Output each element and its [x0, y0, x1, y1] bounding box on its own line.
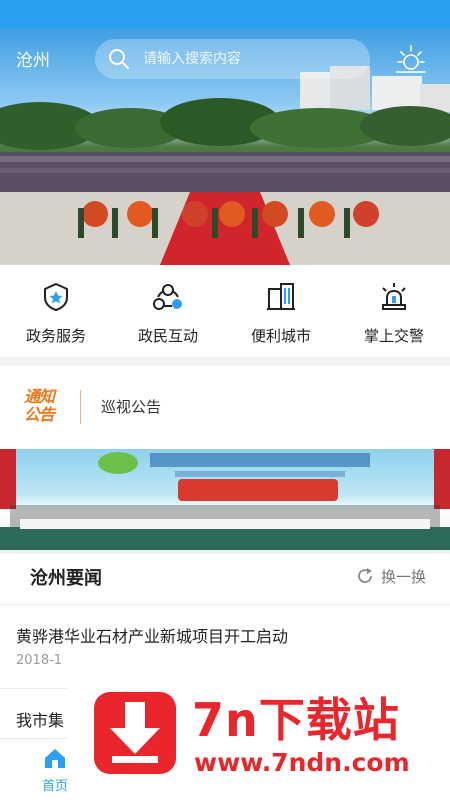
quick-item-gov-service[interactable]: 政务服务: [0, 265, 112, 357]
signing-ceremony-banner[interactable]: [0, 449, 450, 550]
news-item-title: 我市集: [16, 711, 65, 730]
watermark-overlay: 7n下载站 www.7ndn.com: [68, 676, 450, 800]
search-box[interactable]: [95, 39, 370, 79]
city-selector[interactable]: 沧州: [16, 46, 50, 71]
refresh-button[interactable]: 换一换: [355, 564, 440, 590]
notice-logo-line2: 公告: [24, 405, 55, 424]
top-bar: 沧州: [0, 38, 450, 82]
notice-text[interactable]: 巡视公告: [101, 396, 161, 417]
quick-menu: 政务服务 政民互动 便利城市 掌上交警: [0, 265, 450, 357]
network-icon: [153, 284, 182, 310]
banner-photo: [0, 449, 450, 550]
download-arrow-icon: [94, 692, 176, 774]
notice-logo: 通知 公告: [24, 388, 72, 428]
home-icon: [45, 749, 65, 768]
status-bar: [0, 0, 450, 28]
notice-row[interactable]: 通知 公告 巡视公告: [0, 366, 450, 446]
news-item-date: 2018-1: [16, 653, 63, 668]
quick-label: 政务服务: [25, 327, 86, 345]
refresh-icon: [358, 568, 372, 583]
notice-logo-line1: 通知: [24, 387, 55, 406]
watermark-url: www.7ndn.com: [194, 748, 410, 777]
quick-item-traffic-police[interactable]: 掌上交警: [338, 265, 450, 357]
watermark-name: 7n下载站: [192, 693, 400, 747]
shield-star-icon: [44, 282, 68, 312]
quick-label: 政民互动: [137, 327, 198, 345]
buildings-icon: [267, 283, 295, 310]
news-item-title: 黄骅港华业石材产业新城项目开工启动: [16, 627, 289, 646]
news-section-title: 沧州要闻: [30, 568, 102, 589]
quick-item-city[interactable]: 便利城市: [225, 265, 337, 357]
refresh-label: 换一换: [381, 568, 427, 586]
news-section-header: 沧州要闻 换一换: [0, 554, 450, 600]
section-divider: [0, 357, 450, 366]
police-light-icon: [382, 283, 406, 310]
search-input[interactable]: [143, 47, 358, 71]
download-arrow-shape: [110, 702, 160, 763]
notice-divider: [80, 390, 81, 424]
weather-sun-icon[interactable]: [394, 42, 428, 76]
quick-item-interaction[interactable]: 政民互动: [112, 265, 224, 357]
quick-label: 掌上交警: [363, 327, 424, 345]
search-icon: [109, 49, 129, 69]
quick-label: 便利城市: [250, 327, 311, 345]
